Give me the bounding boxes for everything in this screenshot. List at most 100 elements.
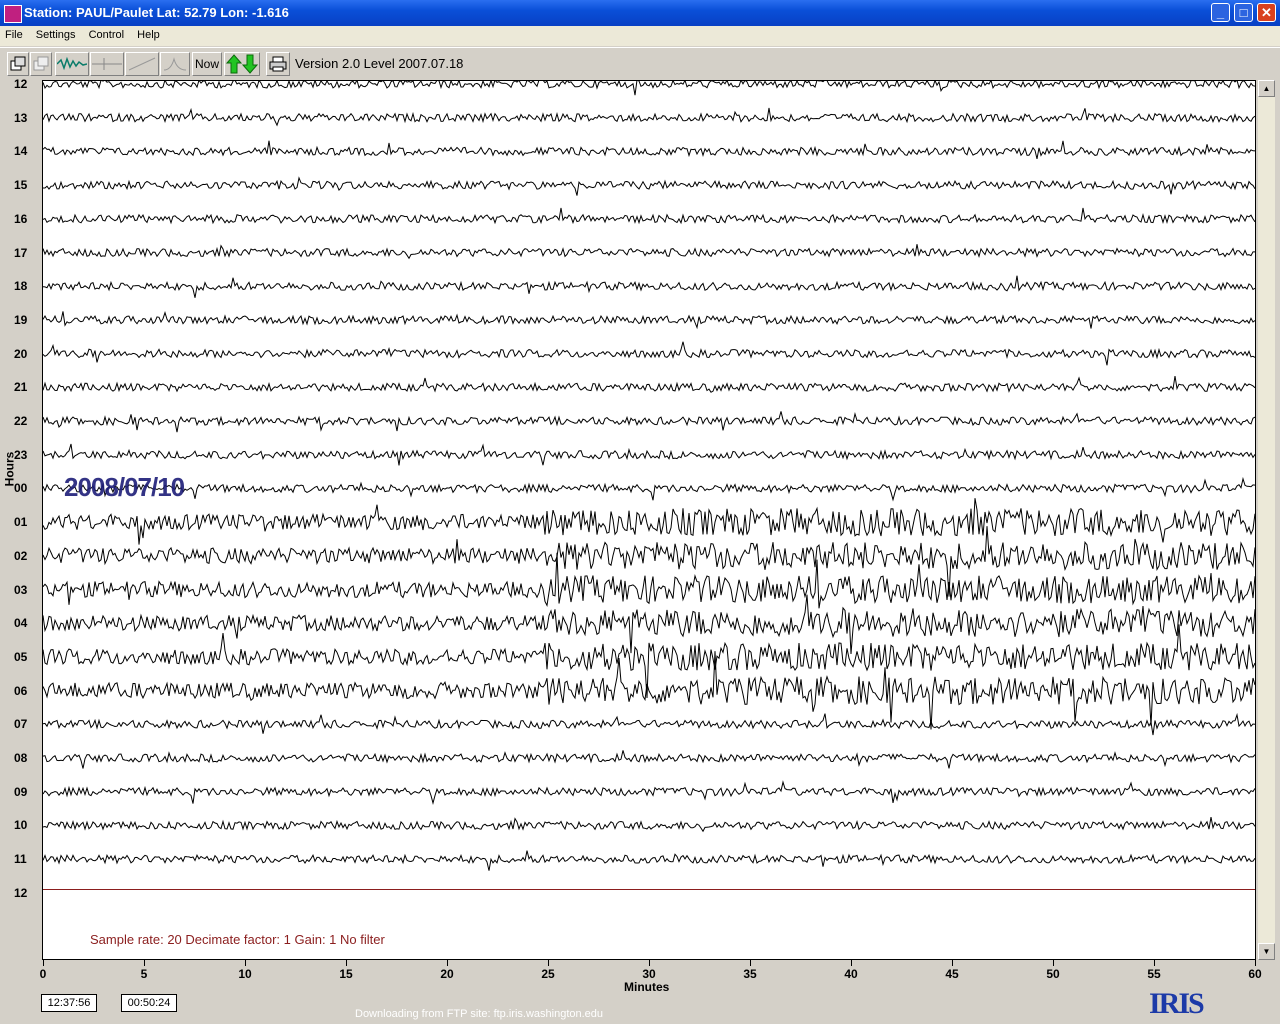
waveform-button[interactable] [55, 52, 89, 76]
trace-line [43, 780, 1255, 805]
title-bar: Station: PAUL/Paulet Lat: 52.79 Lon: -1.… [0, 0, 1280, 26]
hour-label: 01 [14, 515, 28, 530]
hour-label: 14 [14, 144, 28, 159]
hour-label: 20 [14, 346, 28, 361]
trace-line [43, 176, 1255, 196]
hour-label: 22 [14, 414, 28, 428]
minute-tick [1255, 960, 1256, 966]
hour-label: 17 [14, 245, 28, 260]
seismic-traces [43, 80, 1255, 871]
scroll-up-icon[interactable]: ▲ [1258, 80, 1275, 97]
minute-tick [548, 960, 549, 966]
hour-label: 13 [14, 110, 28, 125]
hour-label: 23 [14, 447, 28, 462]
minute-tick [1053, 960, 1054, 966]
minute-tick [245, 960, 246, 966]
up-down-arrows-icon [226, 54, 258, 74]
trace-line [43, 376, 1255, 393]
open-icon [10, 56, 26, 71]
minute-tick [144, 960, 145, 966]
trace-line [43, 80, 1255, 96]
now-button[interactable]: Now [192, 52, 222, 76]
trace-line [43, 443, 1255, 466]
hour-label: 06 [14, 683, 28, 698]
save-button[interactable] [30, 52, 52, 76]
seismogram-plot: 12 13 14 15 16 17 18 19 20 21 22 23 00 01 02 03 04 05 06 07… [0, 77, 1280, 1024]
ftp-status: Downloading from FTP site: ftp.iris.wash… [355, 1008, 604, 1020]
open-button[interactable] [7, 52, 29, 76]
minute-tick [1154, 960, 1155, 966]
date-stamp: 2008/07/10 [64, 472, 185, 502]
menu-help[interactable]: Help [132, 26, 165, 46]
spectrum-button[interactable] [160, 52, 190, 76]
waveform-icon [57, 56, 87, 71]
hour-label: 02 [14, 548, 28, 563]
minute-tick [649, 960, 650, 966]
hour-label: 08 [14, 751, 28, 765]
minute-label: 50 [1046, 967, 1060, 981]
save-icon [33, 56, 49, 71]
trace-line [43, 476, 1255, 502]
minute-tick [346, 960, 347, 966]
hour-label: 04 [14, 616, 28, 631]
trace-line [43, 341, 1255, 366]
hour-label: 11 [14, 852, 27, 867]
scroll-down-icon[interactable]: ▼ [1258, 943, 1275, 960]
print-button[interactable] [266, 52, 290, 76]
hour-label: 19 [14, 312, 28, 327]
trace-line [43, 651, 1255, 730]
trace-line [43, 526, 1255, 597]
trace-line [43, 107, 1255, 127]
minute-label: 55 [1147, 967, 1161, 981]
menu-control[interactable]: Control [84, 26, 129, 46]
minute-label: 10 [238, 967, 252, 981]
spectrum-icon [163, 57, 187, 71]
minute-label: 5 [140, 967, 148, 981]
app-icon [4, 5, 22, 23]
minute-label: 25 [541, 967, 555, 981]
trace-line [43, 817, 1255, 833]
hour-label: 12 [14, 885, 28, 900]
trace-line [43, 311, 1255, 330]
trace-line [43, 244, 1255, 260]
minute-label: 60 [1248, 967, 1262, 981]
minute-tick [952, 960, 953, 966]
window-title: Station: PAUL/Paulet Lat: 52.79 Lon: -1.… [24, 5, 289, 20]
minute-label: 35 [743, 967, 757, 981]
start-time-box: 12:37:56 [41, 994, 97, 1012]
printer-icon [269, 56, 287, 72]
menu-settings[interactable]: Settings [31, 26, 81, 46]
minute-label: 20 [440, 967, 454, 981]
hour-label: 00 [14, 481, 28, 496]
maximize-button[interactable]: □ [1234, 3, 1253, 22]
iris-logo: IRIS [1149, 987, 1205, 1020]
minute-label: 40 [844, 967, 858, 981]
minute-label: 45 [945, 967, 959, 981]
hour-label: 21 [14, 380, 28, 395]
minimize-button[interactable]: _ [1211, 3, 1230, 22]
minute-label: 15 [339, 967, 353, 981]
pick-icon [92, 58, 122, 70]
trace-line [43, 850, 1255, 871]
close-button[interactable]: ✕ [1257, 3, 1276, 22]
menu-file[interactable]: File [0, 26, 28, 46]
elapsed-time-box: 00:50:24 [121, 994, 177, 1012]
minute-tick [851, 960, 852, 966]
minute-label: 30 [642, 967, 656, 981]
version-label: Version 2.0 Level 2007.07.18 [295, 56, 464, 71]
hour-label: 07 [14, 717, 28, 732]
trace-line [43, 750, 1255, 769]
hour-label: 16 [14, 211, 28, 226]
hour-label: 12 [14, 77, 28, 91]
toolbar: Now Version 2.0 Level 2007.07.18 [0, 47, 1280, 80]
hour-label: 10 [14, 818, 28, 833]
trace-line [43, 140, 1255, 160]
slope-button[interactable] [125, 52, 159, 76]
menu-bar: File Settings Control Help [0, 26, 1280, 46]
pick-button[interactable] [90, 52, 124, 76]
trace-line [43, 411, 1255, 433]
scroll-updown-button[interactable] [224, 52, 260, 76]
trace-line [43, 712, 1255, 736]
vertical-scrollbar[interactable]: ▲ ▼ [1258, 80, 1275, 960]
minutes-axis-title: Minutes [624, 980, 670, 994]
